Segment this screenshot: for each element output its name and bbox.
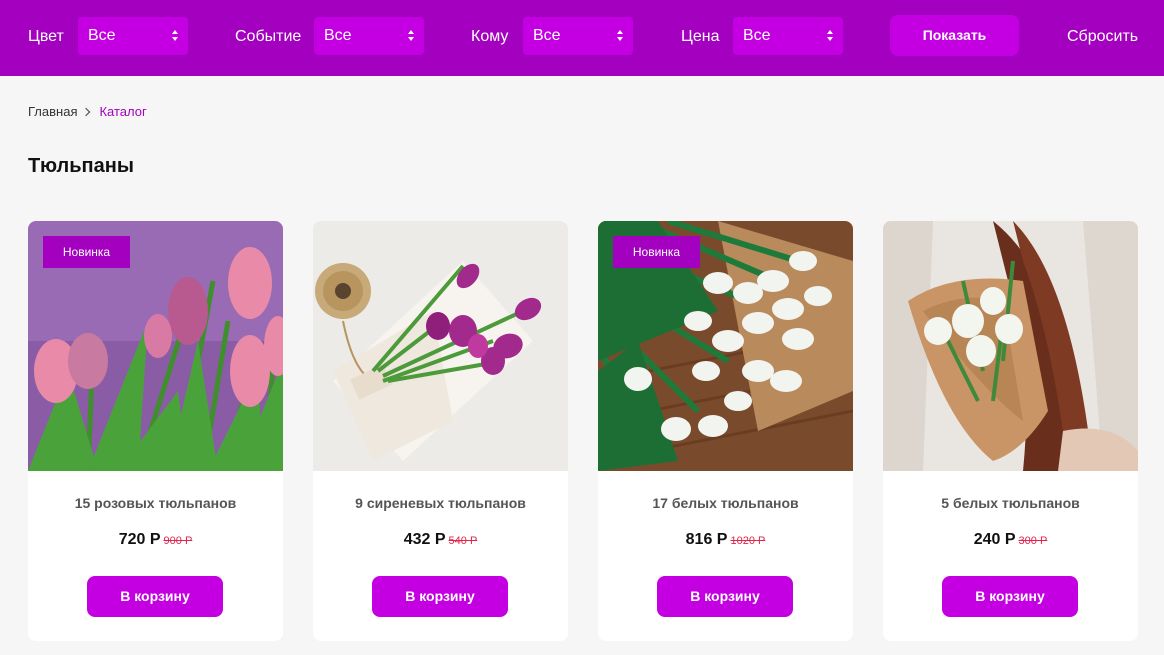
new-badge: Новинка xyxy=(613,236,700,268)
filter-label-recipient: Кому xyxy=(471,28,509,45)
price-current: 432 Р xyxy=(403,531,446,548)
filter-select-price[interactable]: Все xyxy=(733,17,843,55)
add-to-cart-button[interactable]: В корзину xyxy=(87,576,223,617)
add-to-cart-button[interactable]: В корзину xyxy=(657,576,793,617)
filter-select-recipient-value: Все xyxy=(533,27,561,44)
select-arrows-icon xyxy=(617,29,624,43)
select-arrows-icon xyxy=(408,29,415,43)
reset-link[interactable]: Сбросить xyxy=(1067,27,1138,47)
price-current: 816 Р xyxy=(685,531,728,548)
product-name[interactable]: 15 розовых тюльпанов xyxy=(28,494,283,512)
breadcrumb-current[interactable]: Каталог xyxy=(99,104,146,119)
filter-label-color: Цвет xyxy=(28,28,64,45)
price-old: 540 Р xyxy=(448,535,478,547)
select-arrows-icon xyxy=(827,29,834,43)
breadcrumb: Главная Каталог xyxy=(28,104,147,120)
product-card: 5 белых тюльпанов 240 Р 300 Р В корзину xyxy=(883,221,1138,641)
filter-select-price-value: Все xyxy=(743,27,771,44)
product-name[interactable]: 9 сиреневых тюльпанов xyxy=(313,494,568,512)
price-old: 1020 Р xyxy=(730,535,766,547)
price-current: 720 Р xyxy=(118,531,161,548)
filter-select-event[interactable]: Все xyxy=(314,17,424,55)
show-button[interactable]: Показать xyxy=(890,15,1019,56)
filter-select-recipient[interactable]: Все xyxy=(523,17,633,55)
product-card: Новинка 15 розовых тюльпанов 720 Р 900 Р … xyxy=(28,221,283,641)
price-current: 240 Р xyxy=(973,531,1016,548)
product-image[interactable]: Новинка xyxy=(28,221,283,471)
add-to-cart-button[interactable]: В корзину xyxy=(942,576,1078,617)
product-card: Новинка 17 белых тюльпанов 816 Р 1020 Р В… xyxy=(598,221,853,641)
breadcrumb-home-link[interactable]: Главная xyxy=(28,104,77,119)
filter-select-color-value: Все xyxy=(88,27,116,44)
product-card: 9 сиреневых тюльпанов 432 Р 540 Р В корзи… xyxy=(313,221,568,641)
filter-bar: Цвет Все Событие Все Кому Все Цена Все П… xyxy=(0,0,1164,76)
price-old: 300 Р xyxy=(1018,535,1048,547)
product-price: 432 Р 540 Р xyxy=(313,529,568,552)
product-image[interactable]: Новинка xyxy=(598,221,853,471)
product-price: 816 Р 1020 Р xyxy=(598,529,853,552)
product-price: 240 Р 300 Р xyxy=(883,529,1138,552)
product-name[interactable]: 5 белых тюльпанов xyxy=(883,494,1138,512)
product-name[interactable]: 17 белых тюльпанов xyxy=(598,494,853,512)
filter-select-color[interactable]: Все xyxy=(78,17,188,55)
product-image[interactable] xyxy=(313,221,568,471)
product-image[interactable] xyxy=(883,221,1138,471)
page-title: Тюльпаны xyxy=(28,155,134,177)
price-old: 900 Р xyxy=(163,535,193,547)
chevron-right-icon xyxy=(82,107,91,117)
filter-select-event-value: Все xyxy=(324,27,352,44)
select-arrows-icon xyxy=(172,29,179,43)
filter-label-event: Событие xyxy=(235,28,302,45)
add-to-cart-button[interactable]: В корзину xyxy=(372,576,508,617)
new-badge: Новинка xyxy=(43,236,130,268)
product-price: 720 Р 900 Р xyxy=(28,529,283,552)
filter-label-price: Цена xyxy=(681,28,720,45)
